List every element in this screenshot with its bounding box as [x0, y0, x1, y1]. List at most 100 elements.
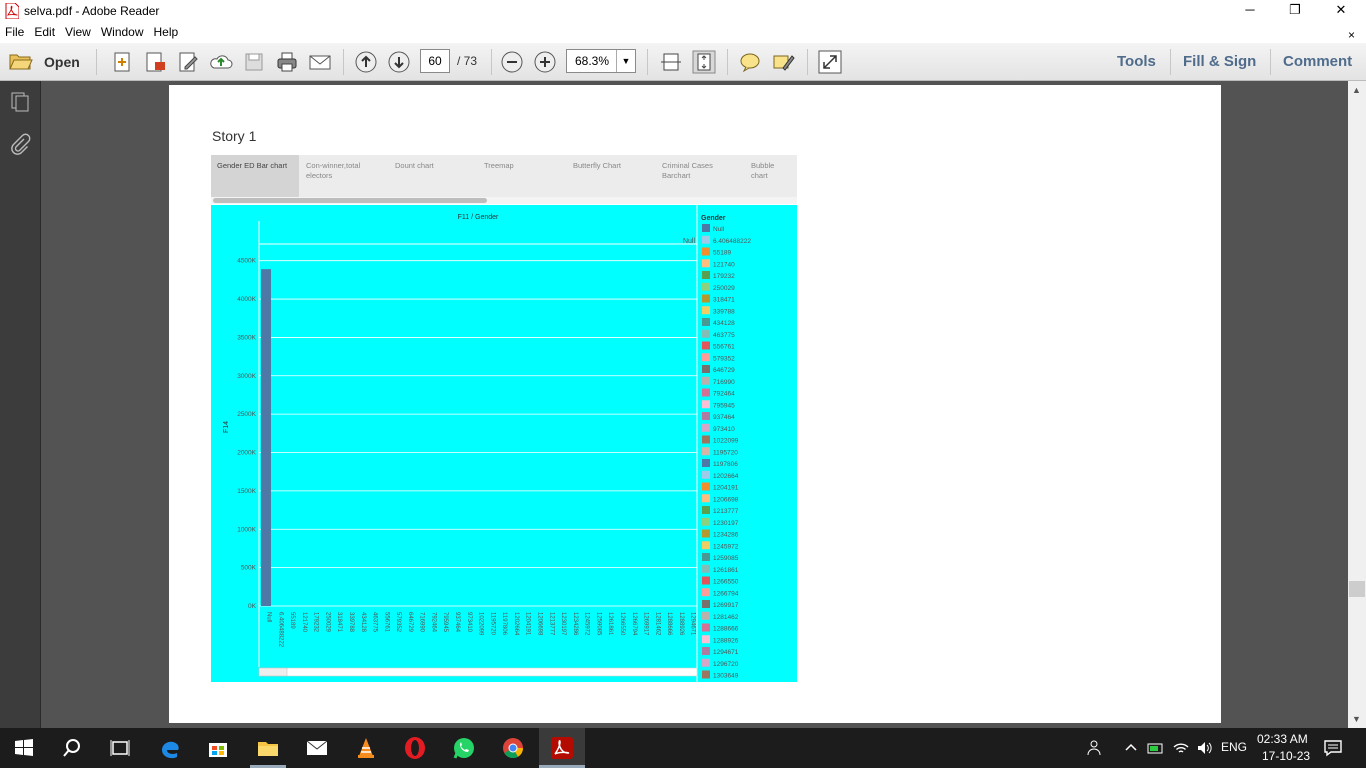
folder-icon [9, 54, 33, 70]
fit-page-icon[interactable] [692, 50, 716, 74]
language-indicator[interactable]: ENG [1221, 740, 1247, 754]
legend-label: 1230197 [713, 520, 739, 527]
clock-date[interactable]: 17-10-23 [1262, 749, 1310, 763]
x-tick-label: 1266794 [631, 612, 637, 636]
story-tab-butterfly[interactable]: Butterfly Chart [567, 155, 655, 197]
story-tab-treemap[interactable]: Treemap [478, 155, 566, 197]
vertical-scrollbar[interactable]: ▲ ▼ [1348, 81, 1366, 728]
legend-label: 250029 [713, 285, 735, 292]
print-icon[interactable] [275, 50, 299, 74]
scroll-thumb[interactable] [213, 198, 487, 203]
legend-label: 1281462 [713, 614, 739, 621]
battery-icon[interactable] [1147, 739, 1165, 757]
gender-bar-chart: F11 / Gender F14 Null 0K 500K 1000K 1500K 2000K… [211, 205, 797, 682]
adobe-reader-icon[interactable] [550, 736, 574, 760]
zoom-in-icon[interactable] [533, 50, 557, 74]
menu-edit[interactable]: Edit [29, 22, 60, 39]
x-tick-label: 1195720 [489, 612, 495, 636]
legend-swatch [702, 282, 710, 291]
x-tick-label: 579352 [395, 612, 401, 633]
windows-start-icon[interactable] [12, 736, 36, 760]
story-tab-criminal[interactable]: Criminal Cases Barchart [656, 155, 744, 197]
legend-label: 1266550 [713, 579, 739, 586]
previous-page-icon[interactable] [354, 50, 378, 74]
page-total: / 73 [457, 54, 478, 68]
file-explorer-icon[interactable] [256, 736, 280, 760]
page-thumbnails-icon[interactable] [9, 91, 31, 113]
export-pdf-icon[interactable] [143, 50, 167, 74]
task-view-icon[interactable] [108, 736, 132, 760]
chrome-icon[interactable] [501, 736, 525, 760]
x-tick-label: 973410 [466, 612, 472, 633]
legend-label: 1202664 [713, 473, 739, 480]
menu-file[interactable]: File [0, 22, 29, 39]
zoom-select[interactable]: 68.3% ▼ [566, 49, 636, 73]
wifi-icon[interactable] [1172, 739, 1190, 757]
x-tick-label: 434128 [360, 612, 366, 633]
whatsapp-icon[interactable] [452, 736, 476, 760]
legend-label: 1269917 [713, 602, 739, 609]
mail-icon[interactable] [305, 736, 329, 760]
restore-button[interactable]: ❐ [1272, 0, 1318, 22]
y-tick-label: 4500K [237, 258, 256, 265]
x-tick-label: 179232 [313, 612, 319, 633]
minimize-button[interactable]: ─ [1227, 0, 1273, 22]
story-tab-dount[interactable]: Dount chart [389, 155, 477, 197]
legend-label: 556761 [713, 344, 735, 351]
x-tick-label: 556761 [383, 612, 389, 633]
menu-window[interactable]: Window [96, 22, 149, 39]
story-tab-con-winner[interactable]: Con-winner,total electors [300, 155, 388, 197]
chevron-up-icon[interactable] [1124, 740, 1138, 754]
legend-swatch [702, 329, 710, 338]
legend-label: 1204191 [713, 485, 739, 492]
menu-view[interactable]: View [60, 22, 96, 39]
story-tabs-scrollbar[interactable] [211, 197, 797, 204]
email-icon[interactable] [308, 50, 332, 74]
menu-help[interactable]: Help [149, 22, 184, 39]
fill-sign-link[interactable]: Fill & Sign [1183, 53, 1256, 70]
next-page-icon[interactable] [387, 50, 411, 74]
clock-time[interactable]: 02:33 AM [1257, 732, 1308, 746]
fit-width-icon[interactable] [659, 50, 683, 74]
comment-link[interactable]: Comment [1283, 53, 1352, 70]
page-number-input[interactable]: 60 [420, 49, 450, 73]
store-icon[interactable] [206, 736, 230, 760]
volume-icon[interactable] [1196, 739, 1214, 757]
legend-swatch [702, 224, 710, 232]
zoom-out-icon[interactable] [500, 50, 524, 74]
legend-title: Gender [701, 215, 726, 222]
edge-browser-icon[interactable] [158, 736, 182, 760]
y-tick-label: 2000K [237, 450, 256, 457]
legend-swatch [702, 271, 710, 279]
close-window-button[interactable]: ✕ [1318, 0, 1364, 22]
close-document-button[interactable]: × [1343, 25, 1360, 42]
scroll-up-icon[interactable]: ▲ [1352, 85, 1361, 95]
fullscreen-icon[interactable] [818, 50, 842, 74]
chevron-down-icon[interactable]: ▼ [616, 50, 635, 72]
notifications-icon[interactable] [1323, 738, 1343, 758]
search-icon[interactable] [60, 736, 84, 760]
x-tick-label: 1234286 [572, 612, 578, 636]
attachment-icon[interactable] [9, 133, 31, 155]
opera-icon[interactable] [403, 736, 427, 760]
upload-cloud-icon[interactable] [209, 50, 233, 74]
story-tab-gender-bar[interactable]: Gender ED Bar chart [211, 155, 299, 197]
highlight-pen-icon[interactable] [771, 50, 795, 74]
legend-label: 973410 [713, 426, 735, 433]
title-bar: selva.pdf - Adobe Reader ─ ❐ ✕ [0, 0, 1366, 22]
edit-pdf-icon[interactable] [176, 50, 200, 74]
scroll-down-icon[interactable]: ▼ [1352, 714, 1361, 724]
create-pdf-icon[interactable] [110, 50, 134, 74]
comment-bubble-icon[interactable] [738, 50, 762, 74]
x-tick-label: 646729 [407, 612, 413, 633]
open-button[interactable]: Open [8, 50, 82, 74]
story-tab-bubble[interactable]: Bubble chart [745, 155, 797, 197]
vlc-icon[interactable] [354, 736, 378, 760]
save-icon[interactable] [242, 50, 266, 74]
people-icon[interactable] [1086, 738, 1106, 758]
legend-swatch [702, 494, 710, 503]
scroll-thumb-vertical[interactable] [1349, 581, 1365, 597]
tools-link[interactable]: Tools [1117, 53, 1156, 70]
legend-label: 937464 [713, 414, 735, 421]
y-tick-label: 1000K [237, 526, 256, 533]
